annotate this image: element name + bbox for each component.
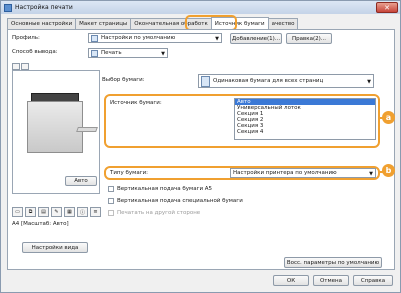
printer-tray	[76, 127, 98, 132]
restore-defaults-button[interactable]: Восс. параметры по умолчанию	[284, 257, 382, 268]
printer-preview: Авто	[12, 70, 100, 194]
checkbox-label: Печатать на другой стороне	[117, 210, 201, 216]
profile-value: Настройки по умолчанию	[101, 35, 176, 41]
paper-type-select[interactable]: Настройки принтера по умолчанию ▼	[230, 168, 376, 178]
page-icon[interactable]: ▭	[12, 207, 23, 217]
special-paper-vertical-feed-checkbox[interactable]: Вертикальная подача специальной бумаги	[108, 198, 243, 204]
callout-a-badge: a	[382, 111, 395, 124]
info-icon[interactable]: ⓘ	[77, 207, 88, 217]
tab-quality[interactable]: ачество	[267, 18, 299, 29]
tab-page-paper-source: Профиль: Настройки по умолчанию ▼ Добавл…	[7, 29, 395, 270]
paper-select-combo[interactable]: Одинаковая бумага для всех страниц ▼	[198, 74, 374, 88]
ok-button[interactable]: ОК	[273, 275, 309, 286]
callout-b-badge: b	[382, 164, 395, 177]
profile-select[interactable]: Настройки по умолчанию ▼	[88, 33, 222, 43]
checkbox-label: Вертикальная подача бумаги A5	[117, 186, 213, 192]
paper-source-list[interactable]: Авто Универсальный лоток Секция 1 Секция…	[234, 98, 376, 140]
profile-label: Профиль:	[12, 35, 40, 41]
chevron-down-icon: ▼	[161, 51, 165, 57]
paper-source-option[interactable]: Секция 4	[235, 129, 375, 135]
print-settings-window: Настройка печати ✕ Основные настройки Ма…	[0, 0, 401, 293]
edit-profile-button[interactable]: Правка(2)...	[286, 33, 332, 44]
close-button[interactable]: ✕	[376, 2, 398, 13]
paper-source-label: Источник бумаги:	[110, 100, 162, 106]
window-title: Настройка печати	[15, 4, 73, 11]
chevron-down-icon: ▼	[367, 79, 371, 85]
checkbox-box[interactable]	[108, 186, 114, 192]
checkbox-label: Вертикальная подача специальной бумаги	[117, 198, 243, 204]
printer-view-icon[interactable]	[21, 63, 29, 70]
help-button[interactable]: Справка	[353, 275, 393, 286]
tab-strip: Основные настройки Макет страницы Оконча…	[7, 17, 299, 29]
checkbox-box[interactable]	[108, 198, 114, 204]
layout-icon[interactable]: ⧉	[25, 207, 36, 217]
paper-type-label: Типу бумаги:	[110, 170, 149, 176]
profile-icon	[91, 34, 98, 42]
printer-image	[27, 101, 83, 153]
chevron-down-icon: ▼	[369, 171, 373, 177]
add-profile-button[interactable]: Добавление(1)...	[230, 33, 282, 44]
preview-status: A4 [Масштаб: Авто]	[12, 221, 69, 227]
cancel-button[interactable]: Отмена	[313, 275, 349, 286]
chevron-down-icon: ▼	[215, 36, 219, 42]
print-icon	[91, 49, 98, 57]
tray-icon[interactable]: ▦	[64, 207, 75, 217]
output-method-select[interactable]: Печать ▼	[88, 48, 168, 58]
print-other-side-checkbox: Печатать на другой стороне	[108, 210, 200, 216]
paper-select-value: Одинаковая бумага для всех страниц	[213, 78, 324, 84]
output-method-label: Способ вывода:	[12, 49, 58, 55]
document-icon[interactable]: ▤	[38, 207, 49, 217]
paper-select-label: Выбор бумаги:	[102, 77, 145, 83]
preview-icon-bar: ▭ ⧉ ▤ ✎ ▦ ⓘ ≡	[12, 207, 101, 217]
view-settings-button[interactable]: Настройки вида	[22, 242, 88, 253]
title-bar: Настройка печати ✕	[1, 1, 400, 14]
paper-type-value: Настройки принтера по умолчанию	[233, 170, 337, 176]
printer-settings-icon	[4, 3, 12, 12]
page-view-icon[interactable]	[12, 63, 20, 70]
tab-page-layout[interactable]: Макет страницы	[75, 18, 132, 29]
a5-vertical-feed-checkbox[interactable]: Вертикальная подача бумаги A5	[108, 186, 212, 192]
output-method-value: Печать	[101, 50, 122, 56]
pages-icon	[201, 75, 210, 87]
stack-icon[interactable]: ≡	[90, 207, 101, 217]
settings-icon[interactable]: ✎	[51, 207, 62, 217]
tab-basic-settings[interactable]: Основные настройки	[7, 18, 77, 29]
checkbox-box	[108, 210, 114, 216]
auto-preview-button[interactable]: Авто	[65, 176, 97, 186]
